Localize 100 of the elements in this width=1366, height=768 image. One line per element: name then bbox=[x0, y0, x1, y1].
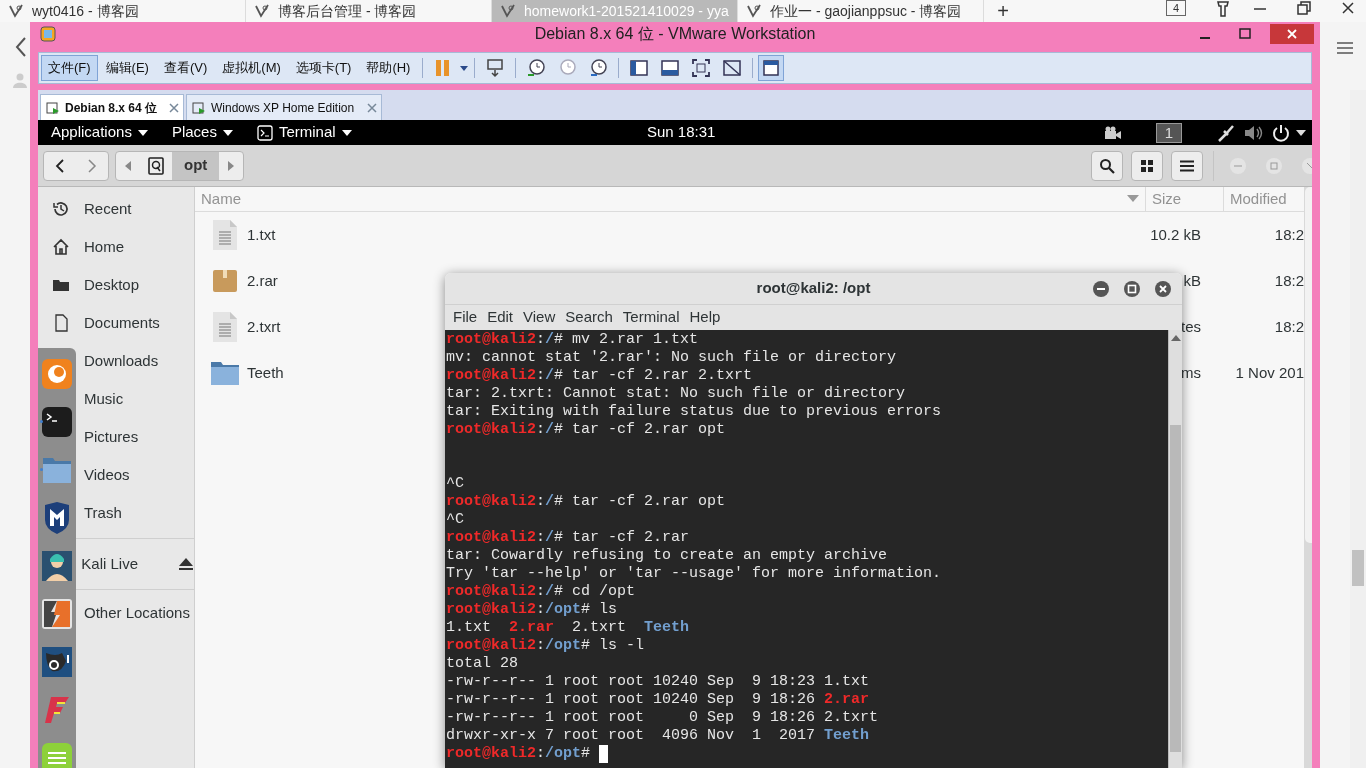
clock-icon[interactable] bbox=[525, 57, 548, 79]
sidebar-item[interactable]: Home bbox=[84, 235, 124, 259]
menu-item[interactable]: 查看(V) bbox=[156, 55, 215, 81]
terminal-line: -rw-r--r-- 1 root root 10240 Sep 9 18:23 1.txt bbox=[446, 673, 870, 691]
path-button[interactable]: opt bbox=[172, 151, 220, 180]
menu-item[interactable]: Help bbox=[685, 306, 725, 329]
terminal-line: root@kali2:/# cd /opt bbox=[446, 583, 636, 601]
vm-tab[interactable]: Debian 8.x 64 位 bbox=[40, 94, 184, 120]
menu-item[interactable]: 文件(F) bbox=[41, 55, 98, 81]
workspace-indicator[interactable]: 1 bbox=[1156, 122, 1182, 143]
close-icon[interactable] bbox=[1154, 279, 1172, 298]
sidebar-item[interactable]: Pictures bbox=[84, 425, 139, 449]
package-icon bbox=[211, 267, 239, 295]
terminal-line: -rw-r--r-- 1 root root 10240 Sep 9 18:26 2.rar bbox=[446, 691, 870, 709]
terminal-line: -rw-r--r-- 1 root root 0 Sep 9 18:26 2.txrt bbox=[446, 709, 879, 727]
minimize-icon[interactable] bbox=[1092, 279, 1110, 298]
sidebar-icon[interactable] bbox=[628, 57, 651, 79]
top-menu[interactable]: Terminal bbox=[256, 121, 352, 144]
terminal-line: root@kali2:/# tar -cf 2.rar opt bbox=[446, 421, 726, 439]
scrollbar[interactable] bbox=[1168, 330, 1182, 768]
clock[interactable]: Sun 18:31 bbox=[647, 121, 716, 144]
power-icon[interactable] bbox=[1272, 123, 1290, 142]
caret-icon[interactable] bbox=[1296, 129, 1306, 136]
shirt-icon[interactable] bbox=[1214, 0, 1232, 18]
terminal-line: root@kali2:/# tar -cf 2.rar opt bbox=[446, 493, 726, 511]
scrollbar[interactable] bbox=[1304, 187, 1312, 768]
history-icon bbox=[52, 200, 70, 218]
menu-item[interactable]: Edit bbox=[483, 306, 518, 329]
file-name[interactable]: Teeth bbox=[247, 361, 284, 385]
file-name[interactable]: 2.txrt bbox=[247, 315, 281, 339]
window-icon bbox=[762, 59, 781, 77]
file-size: tes bbox=[1181, 316, 1201, 337]
new-tab-button[interactable]: + bbox=[992, 0, 1014, 22]
terminal-line: total 28 bbox=[446, 655, 518, 673]
search-button[interactable] bbox=[1091, 150, 1123, 181]
sidebar-item[interactable]: Kali Live bbox=[81, 552, 138, 576]
maximize-icon[interactable] bbox=[1238, 27, 1252, 41]
terminal-line: mv: cannot stat '2.rar': No such file or directory bbox=[446, 349, 897, 367]
menu-item[interactable]: View bbox=[519, 306, 560, 329]
file-name[interactable]: 2.rar bbox=[247, 269, 278, 293]
restore-icon[interactable] bbox=[1296, 0, 1312, 16]
menu-button[interactable] bbox=[1171, 150, 1203, 181]
sidebar-item[interactable]: Videos bbox=[84, 463, 130, 487]
left-arrow-icon bbox=[125, 160, 131, 171]
back-icon[interactable] bbox=[14, 36, 28, 58]
terminal-line: tar: Exiting with failure status due to previous errors bbox=[446, 403, 942, 421]
terminal-line: ^C bbox=[446, 475, 464, 493]
sidebar-item[interactable]: Downloads bbox=[84, 349, 159, 373]
sidebar-item[interactable]: Other Locations bbox=[84, 601, 190, 625]
volume-icon[interactable] bbox=[1244, 124, 1264, 141]
tab-count[interactable]: 4 bbox=[1166, 0, 1186, 16]
eject-icon[interactable] bbox=[178, 557, 194, 571]
terminal-line: tar: 2.txrt: Cannot stat: No such file or directory bbox=[446, 385, 906, 403]
menu-item[interactable]: Terminal bbox=[618, 306, 684, 329]
terminal-icon bbox=[42, 407, 72, 437]
panel-icon[interactable] bbox=[659, 57, 682, 79]
terminal-line: ^C bbox=[446, 511, 464, 529]
sidebar-item[interactable]: Music bbox=[84, 387, 124, 411]
file-modified: 18:2 bbox=[1274, 270, 1304, 291]
folder-icon bbox=[42, 456, 72, 484]
maximize-icon[interactable] bbox=[1123, 279, 1141, 298]
menu-icon bbox=[1180, 159, 1194, 172]
sidebar-item[interactable]: Documents bbox=[84, 311, 160, 335]
window-title: root@kali2: /opt bbox=[756, 278, 871, 299]
menu-item[interactable]: Search bbox=[561, 306, 617, 329]
terminal-line: root@kali2:/opt# bbox=[446, 745, 591, 763]
grid-icon bbox=[1141, 159, 1153, 172]
menu-item[interactable]: File bbox=[449, 306, 482, 329]
terminal-line: root@kali2:/# tar -cf 2.rar bbox=[446, 529, 690, 547]
caret-icon bbox=[341, 129, 352, 136]
drive-icon bbox=[148, 156, 164, 175]
close-icon bbox=[1286, 28, 1298, 40]
file-name[interactable]: 1.txt bbox=[247, 223, 276, 247]
vmware-logo-icon bbox=[40, 26, 56, 42]
document-icon bbox=[211, 311, 239, 343]
close-icon[interactable] bbox=[1340, 0, 1356, 16]
grid-view-button[interactable] bbox=[1131, 150, 1163, 181]
file-size: 10.2 kB bbox=[1150, 224, 1201, 245]
scrollbar[interactable] bbox=[1350, 90, 1366, 768]
menu-item[interactable]: 虚拟机(M) bbox=[215, 55, 288, 81]
menu-icon[interactable] bbox=[1336, 40, 1354, 56]
menu-item[interactable]: 选项卡(T) bbox=[288, 55, 359, 81]
sidebar-item[interactable]: Recent bbox=[84, 197, 132, 221]
close-button[interactable] bbox=[1270, 24, 1314, 44]
view-button[interactable] bbox=[758, 55, 785, 81]
terminal-line: 1.txt 2.rar 2.txrt Teeth bbox=[446, 619, 690, 637]
menu-item[interactable]: 帮助(H) bbox=[359, 55, 418, 81]
vm-tab[interactable]: Windows XP Home Edition bbox=[186, 94, 382, 120]
sidebar-item[interactable]: Desktop bbox=[84, 273, 140, 297]
sidebar-item[interactable]: Trash bbox=[84, 501, 122, 525]
top-menu[interactable]: Applications bbox=[51, 121, 148, 144]
fullscreen-icon[interactable] bbox=[690, 57, 713, 79]
right-arrow-icon bbox=[228, 160, 235, 171]
window-title: Debian 8.x 64 位 - VMware Workstation bbox=[534, 24, 816, 44]
menu-item[interactable]: 编辑(E) bbox=[98, 55, 156, 81]
sort-icon[interactable] bbox=[1127, 195, 1139, 203]
up-arrow-icon[interactable] bbox=[1171, 335, 1181, 341]
terminal-icon bbox=[256, 124, 273, 141]
terminal-line: root@kali2:/# tar -cf 2.rar 2.txrt bbox=[446, 367, 753, 385]
top-menu[interactable]: Places bbox=[171, 121, 233, 144]
